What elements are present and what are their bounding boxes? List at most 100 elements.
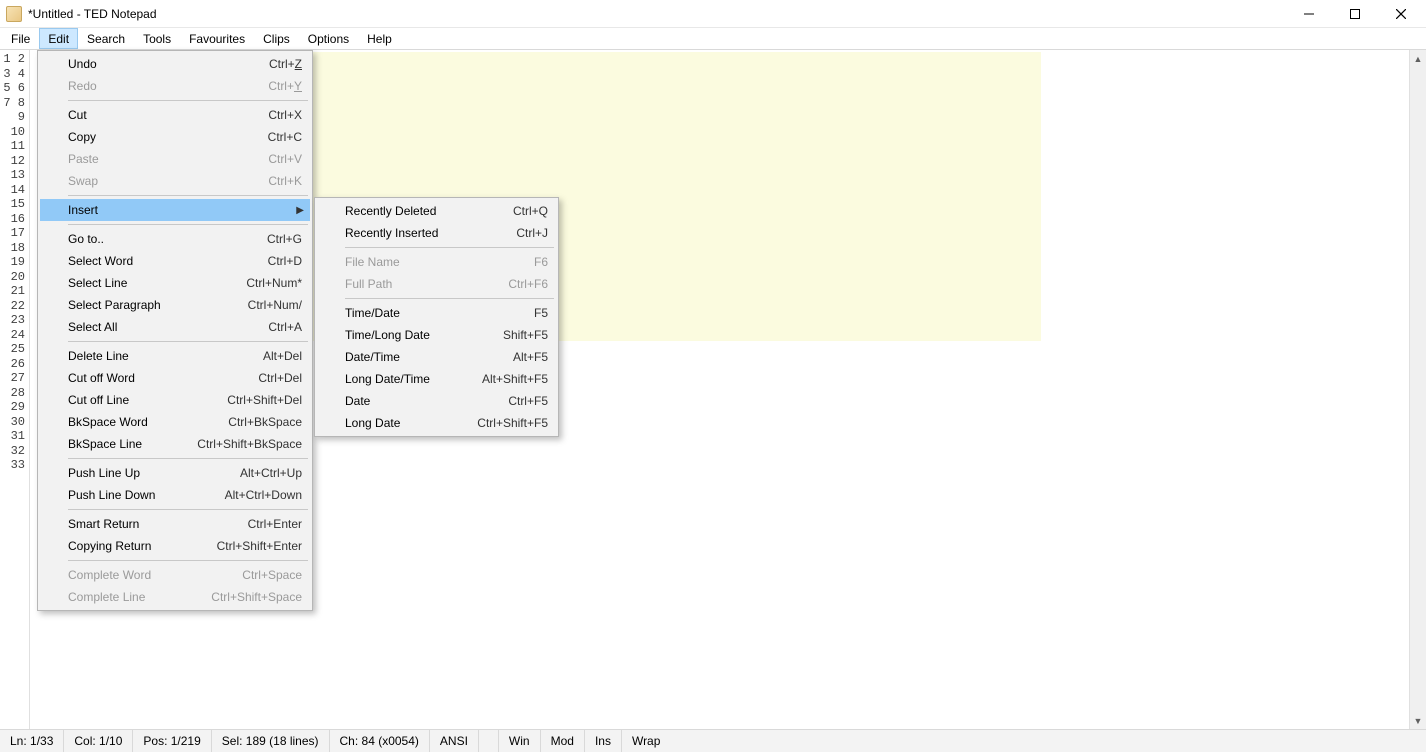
edit-menu-bkspace-word[interactable]: BkSpace Word Ctrl+BkSpace bbox=[40, 411, 310, 433]
edit-menu-select-line[interactable]: Select LineCtrl+Num* bbox=[40, 272, 310, 294]
menu-item-label: Insert bbox=[68, 203, 302, 217]
edit-menu-cut-off-line[interactable]: Cut off LineCtrl+Shift+Del bbox=[40, 389, 310, 411]
edit-menu-separator bbox=[68, 509, 308, 510]
scroll-down-icon[interactable]: ▼ bbox=[1410, 712, 1426, 729]
menu-item-label: BkSpace Word bbox=[68, 415, 204, 429]
edit-menu-push-line-down[interactable]: Push Line DownAlt+Ctrl+Down bbox=[40, 484, 310, 506]
edit-menu-push-line-up[interactable]: Push Line UpAlt+Ctrl+Up bbox=[40, 462, 310, 484]
menu-item-shortcut: Ctrl+Shift+Del bbox=[227, 393, 302, 407]
vertical-scrollbar[interactable]: ▲ ▼ bbox=[1409, 50, 1426, 729]
edit-menu-dropdown: UndoCtrl+ZRedoCtrl+YCutCtrl+XCopyCtrl+CP… bbox=[37, 50, 313, 611]
menu-item-shortcut: Ctrl+F5 bbox=[508, 394, 548, 408]
edit-menu-bkspace-line[interactable]: BkSpace Line Ctrl+Shift+BkSpace bbox=[40, 433, 310, 455]
menu-favourites[interactable]: Favourites bbox=[180, 28, 254, 49]
menu-item-label: Cut off Word bbox=[68, 371, 234, 385]
edit-menu-paste: Paste Ctrl+V bbox=[40, 148, 310, 170]
edit-menu-swap: Swap Ctrl+K bbox=[40, 170, 310, 192]
submenu-arrow-icon: ▶ bbox=[296, 205, 304, 216]
edit-menu-separator bbox=[68, 224, 308, 225]
edit-menu-complete-line: Complete LineCtrl+Shift+Space bbox=[40, 586, 310, 608]
menu-item-shortcut: Alt+Del bbox=[263, 349, 302, 363]
menu-search[interactable]: Search bbox=[78, 28, 134, 49]
edit-menu-select-paragraph[interactable]: Select Paragraph Ctrl+Num/ bbox=[40, 294, 310, 316]
menu-item-label: Smart Return bbox=[68, 517, 224, 531]
menu-item-shortcut: F5 bbox=[534, 306, 548, 320]
menu-item-label: Go to.. bbox=[68, 232, 243, 246]
menu-item-label: BkSpace Line bbox=[68, 437, 173, 451]
menu-item-shortcut: Ctrl+Del bbox=[258, 371, 302, 385]
menu-item-shortcut: Ctrl+Num/ bbox=[248, 298, 302, 312]
menu-tools[interactable]: Tools bbox=[134, 28, 180, 49]
menu-item-shortcut: Ctrl+BkSpace bbox=[228, 415, 302, 429]
menu-item-label: Time/Date bbox=[345, 306, 510, 320]
maximize-button[interactable] bbox=[1332, 0, 1378, 28]
edit-menu-separator bbox=[68, 560, 308, 561]
status-win: Win bbox=[499, 730, 541, 752]
menu-item-shortcut: Ctrl+Enter bbox=[248, 517, 302, 531]
edit-menu-separator bbox=[68, 458, 308, 459]
menu-item-label: Full Path bbox=[345, 277, 484, 291]
status-mod: Mod bbox=[541, 730, 585, 752]
menu-item-label: Select Line bbox=[68, 276, 222, 290]
insert-menu-recently-deleted[interactable]: Recently Deleted Ctrl+Q bbox=[317, 200, 556, 222]
edit-menu-copying-return[interactable]: Copying ReturnCtrl+Shift+Enter bbox=[40, 535, 310, 557]
edit-menu-cut[interactable]: CutCtrl+X bbox=[40, 104, 310, 126]
menu-item-shortcut: Ctrl+F6 bbox=[508, 277, 548, 291]
menu-item-label: Recently Deleted bbox=[345, 204, 489, 218]
menu-clips[interactable]: Clips bbox=[254, 28, 299, 49]
menu-options[interactable]: Options bbox=[299, 28, 358, 49]
menu-file[interactable]: File bbox=[2, 28, 39, 49]
menu-item-label: Paste bbox=[68, 152, 244, 166]
menu-item-label: Date bbox=[345, 394, 484, 408]
insert-menu-date[interactable]: Date Ctrl+F5 bbox=[317, 390, 556, 412]
status-enc: ANSI bbox=[430, 730, 479, 752]
insert-menu-recently-inserted[interactable]: Recently InsertedCtrl+J bbox=[317, 222, 556, 244]
menu-item-shortcut: Ctrl+V bbox=[268, 152, 302, 166]
menu-item-shortcut: Ctrl+Shift+BkSpace bbox=[197, 437, 302, 451]
status-ln: Ln: 1/33 bbox=[0, 730, 64, 752]
edit-menu-select-all[interactable]: Select AllCtrl+A bbox=[40, 316, 310, 338]
insert-menu-time-date[interactable]: Time/Date F5 bbox=[317, 302, 556, 324]
insert-menu-long-date[interactable]: Long DateCtrl+Shift+F5 bbox=[317, 412, 556, 434]
insert-menu-long-date-time[interactable]: Long Date/TimeAlt+Shift+F5 bbox=[317, 368, 556, 390]
edit-menu-undo[interactable]: UndoCtrl+Z bbox=[40, 53, 310, 75]
menu-edit[interactable]: Edit bbox=[39, 28, 78, 49]
menu-item-shortcut: Ctrl+J bbox=[516, 226, 548, 240]
scroll-up-icon[interactable]: ▲ bbox=[1410, 50, 1426, 67]
menu-help[interactable]: Help bbox=[358, 28, 401, 49]
menu-item-label: Select Paragraph bbox=[68, 298, 224, 312]
status-ch: Ch: 84 (x0054) bbox=[330, 730, 430, 752]
menu-item-label: Delete Line bbox=[68, 349, 239, 363]
menu-item-label: Undo bbox=[68, 57, 245, 71]
menu-item-shortcut: Ctrl+Shift+F5 bbox=[477, 416, 548, 430]
insert-menu-date-time[interactable]: Date/TimeAlt+F5 bbox=[317, 346, 556, 368]
status-col: Col: 1/10 bbox=[64, 730, 133, 752]
menu-item-label: Redo bbox=[68, 79, 244, 93]
window-title: *Untitled - TED Notepad bbox=[28, 7, 157, 21]
edit-menu-separator bbox=[68, 341, 308, 342]
menu-item-shortcut: Ctrl+Shift+Enter bbox=[217, 539, 302, 553]
menu-item-shortcut: Ctrl+Y bbox=[268, 79, 302, 93]
menu-item-label: Complete Line bbox=[68, 590, 187, 604]
edit-menu-complete-word: Complete WordCtrl+Space bbox=[40, 564, 310, 586]
edit-menu-cut-off-word[interactable]: Cut off Word Ctrl+Del bbox=[40, 367, 310, 389]
edit-menu-insert[interactable]: Insert▶ bbox=[40, 199, 310, 221]
minimize-button[interactable] bbox=[1286, 0, 1332, 28]
edit-menu-redo: Redo Ctrl+Y bbox=[40, 75, 310, 97]
edit-menu-select-word[interactable]: Select WordCtrl+D bbox=[40, 250, 310, 272]
close-button[interactable] bbox=[1378, 0, 1424, 28]
menu-item-label: Swap bbox=[68, 174, 244, 188]
menu-item-shortcut: Ctrl+K bbox=[268, 174, 302, 188]
insert-menu-time-long-date[interactable]: Time/Long DateShift+F5 bbox=[317, 324, 556, 346]
edit-menu-copy[interactable]: CopyCtrl+C bbox=[40, 126, 310, 148]
menu-item-shortcut: Ctrl+Q bbox=[513, 204, 548, 218]
app-icon bbox=[6, 6, 22, 22]
menu-item-shortcut: Alt+Ctrl+Up bbox=[240, 466, 302, 480]
status-wrap: Wrap bbox=[622, 730, 670, 752]
edit-menu-delete-line[interactable]: Delete Line Alt+Del bbox=[40, 345, 310, 367]
edit-menu-go-to[interactable]: Go to..Ctrl+G bbox=[40, 228, 310, 250]
menu-item-label: File Name bbox=[345, 255, 510, 269]
insert-menu-separator bbox=[345, 298, 554, 299]
edit-menu-smart-return[interactable]: Smart Return Ctrl+Enter bbox=[40, 513, 310, 535]
menu-item-shortcut: Ctrl+X bbox=[268, 108, 302, 122]
